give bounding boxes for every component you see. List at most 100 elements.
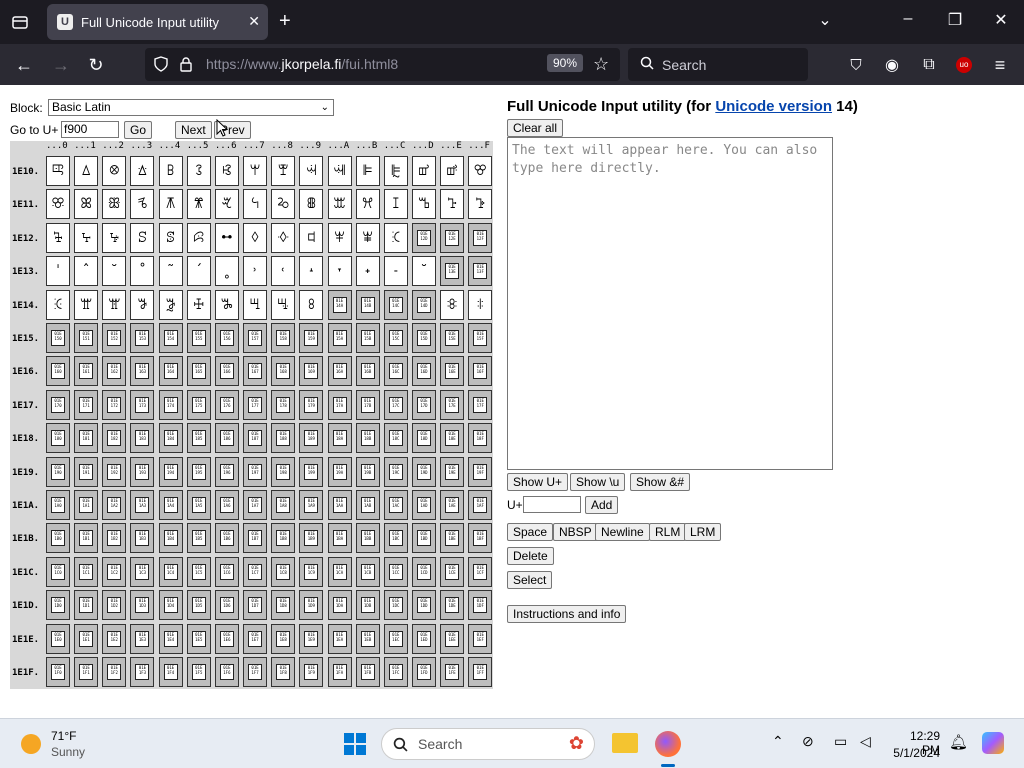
char-cell[interactable]: 01E 1AD bbox=[411, 490, 436, 520]
char-cell[interactable]: ꕴ bbox=[74, 222, 99, 253]
char-cell[interactable]: 01E 17F bbox=[468, 389, 493, 420]
char-cell[interactable]: ꕬ bbox=[299, 189, 324, 220]
char-cell[interactable]: 01E 187 bbox=[243, 423, 268, 454]
char-cell[interactable]: 01E 1FE bbox=[440, 657, 465, 687]
char-cell[interactable]: 01E 1C6 bbox=[214, 556, 239, 587]
next-button[interactable]: Next bbox=[175, 121, 212, 139]
char-cell[interactable]: 01E 1FA bbox=[327, 657, 352, 687]
char-cell[interactable]: 01E 1DD bbox=[411, 590, 436, 621]
char-cell[interactable]: 01E 190 bbox=[46, 456, 70, 487]
char-cell[interactable]: 01E 150 bbox=[46, 323, 70, 353]
char-cell[interactable]: 01E 1CB bbox=[355, 556, 380, 587]
char-cell[interactable]: 01E 196 bbox=[214, 456, 239, 487]
char-cell[interactable]: 01E 1B5 bbox=[186, 523, 211, 554]
char-cell[interactable]: 01E 1E1 bbox=[74, 623, 99, 654]
firefox-icon[interactable] bbox=[655, 731, 681, 757]
pocket-icon[interactable]: ⛉ bbox=[844, 53, 868, 77]
char-cell[interactable]: 01E 1CF bbox=[468, 556, 493, 587]
char-cell[interactable]: 01E 1A4 bbox=[158, 490, 183, 520]
char-cell[interactable]: 01E 19D bbox=[411, 456, 436, 487]
char-cell[interactable]: 01E 185 bbox=[186, 423, 211, 454]
copilot-icon[interactable] bbox=[982, 732, 1004, 754]
char-cell[interactable]: 01E 1F6 bbox=[214, 657, 239, 687]
char-cell[interactable]: ˕ bbox=[327, 256, 352, 287]
char-cell[interactable]: ꖈ bbox=[271, 289, 296, 320]
char-cell[interactable]: ꖉ bbox=[299, 289, 324, 320]
char-cell[interactable]: 01E 1A5 bbox=[186, 490, 211, 520]
char-cell[interactable]: 01E 189 bbox=[299, 423, 324, 454]
char-cell[interactable]: 01E 194 bbox=[158, 456, 183, 487]
close-tab-icon[interactable]: ✕ bbox=[248, 13, 260, 30]
char-cell[interactable]: ꕰ bbox=[411, 189, 436, 220]
char-cell[interactable]: 01E 12D bbox=[411, 222, 436, 253]
char-cell[interactable]: ꖂ bbox=[102, 289, 127, 320]
char-cell[interactable]: ꕓ bbox=[46, 156, 70, 186]
go-button[interactable]: Go bbox=[124, 121, 153, 139]
char-cell[interactable]: 01E 198 bbox=[271, 456, 296, 487]
char-cell[interactable]: 01E 1F8 bbox=[271, 657, 296, 687]
char-cell[interactable]: 01E 1A8 bbox=[271, 490, 296, 520]
char-cell[interactable]: 01E 15B bbox=[355, 323, 380, 353]
char-cell[interactable]: 01E 1FB bbox=[355, 657, 380, 687]
char-cell[interactable]: 01E 1C2 bbox=[102, 556, 127, 587]
char-cell[interactable]: 01E 152 bbox=[102, 323, 127, 353]
goto-input[interactable]: f900 bbox=[61, 121, 119, 138]
char-cell[interactable]: ꕳ bbox=[46, 222, 70, 253]
char-cell[interactable]: ꕟ bbox=[383, 156, 408, 186]
char-cell[interactable]: 01E 1D5 bbox=[186, 590, 211, 621]
weather-temp[interactable]: 71°F bbox=[51, 729, 76, 743]
char-cell[interactable]: 01E 181 bbox=[74, 423, 99, 454]
char-cell[interactable]: 01E 1B8 bbox=[271, 523, 296, 554]
char-cell[interactable]: 01E 166 bbox=[214, 356, 239, 387]
char-cell[interactable]: ꕲ bbox=[468, 189, 493, 220]
char-cell[interactable]: 01E 1BE bbox=[440, 523, 465, 554]
char-cell[interactable]: 01E 197 bbox=[243, 456, 268, 487]
char-cell[interactable]: 01E 15C bbox=[383, 323, 408, 353]
char-cell[interactable]: ꕙ bbox=[214, 156, 239, 186]
char-cell[interactable]: 01E 184 bbox=[158, 423, 183, 454]
char-cell[interactable]: 01E 191 bbox=[74, 456, 99, 487]
char-cell[interactable]: 01E 1BD bbox=[411, 523, 436, 554]
char-cell[interactable]: ꕕ bbox=[102, 156, 127, 186]
char-cell[interactable]: 01E 1F5 bbox=[186, 657, 211, 687]
char-cell[interactable]: 01E 179 bbox=[299, 389, 324, 420]
char-cell[interactable]: 01E 1D8 bbox=[271, 590, 296, 621]
char-cell[interactable]: 01E 18D bbox=[411, 423, 436, 454]
url-text[interactable]: https://www.jkorpela.fi/fui.html8 bbox=[206, 56, 398, 72]
char-cell[interactable]: 01E 1B4 bbox=[158, 523, 183, 554]
char-cell[interactable]: 01E 1DF bbox=[468, 590, 493, 621]
char-cell[interactable]: ꕢ bbox=[468, 156, 493, 186]
char-cell[interactable]: ꕾ bbox=[355, 222, 380, 253]
char-cell[interactable]: 01E 1C8 bbox=[271, 556, 296, 587]
char-cell[interactable]: 01E 15A bbox=[327, 323, 352, 353]
char-cell[interactable]: 01E 1C1 bbox=[74, 556, 99, 587]
char-cell[interactable]: 01E 1F1 bbox=[74, 657, 99, 687]
new-tab-button[interactable]: + bbox=[279, 10, 291, 32]
char-cell[interactable]: ꕫ bbox=[271, 189, 296, 220]
char-cell[interactable]: 01E 1BB bbox=[355, 523, 380, 554]
char-cell[interactable]: ꕛ bbox=[271, 156, 296, 186]
char-cell[interactable]: 01E 19F bbox=[468, 456, 493, 487]
close-window-icon[interactable]: ✕ bbox=[986, 10, 1016, 30]
char-cell[interactable]: 01E 153 bbox=[130, 323, 155, 353]
char-cell[interactable]: ˜ bbox=[158, 256, 183, 287]
char-cell[interactable]: 01E 1F0 bbox=[46, 657, 70, 687]
clock-date[interactable]: 5/1/2024 bbox=[892, 746, 940, 760]
char-cell[interactable]: 01E 13E bbox=[440, 256, 465, 287]
char-cell[interactable]: 01E 1DA bbox=[327, 590, 352, 621]
char-cell[interactable]: ꖄ bbox=[158, 289, 183, 320]
char-cell[interactable]: 01E 1FD bbox=[411, 657, 436, 687]
display-icon[interactable]: ▭ bbox=[834, 733, 847, 750]
char-cell[interactable]: 01E 1B0 bbox=[46, 523, 70, 554]
char-cell[interactable]: ꕤ bbox=[74, 189, 99, 220]
space-button[interactable]: Space bbox=[507, 523, 554, 541]
char-cell[interactable]: ˘ bbox=[102, 256, 127, 287]
char-cell[interactable]: 01E 1BA bbox=[327, 523, 352, 554]
char-cell[interactable]: 01E 18E bbox=[440, 423, 465, 454]
char-cell[interactable]: 01E 12F bbox=[468, 222, 493, 253]
char-cell[interactable]: 01E 12E bbox=[440, 222, 465, 253]
char-cell[interactable]: ꖅ bbox=[186, 289, 211, 320]
char-cell[interactable]: 01E 1D7 bbox=[243, 590, 268, 621]
char-cell[interactable]: ꖆ bbox=[214, 289, 239, 320]
char-cell[interactable]: ꕯ bbox=[383, 189, 408, 220]
